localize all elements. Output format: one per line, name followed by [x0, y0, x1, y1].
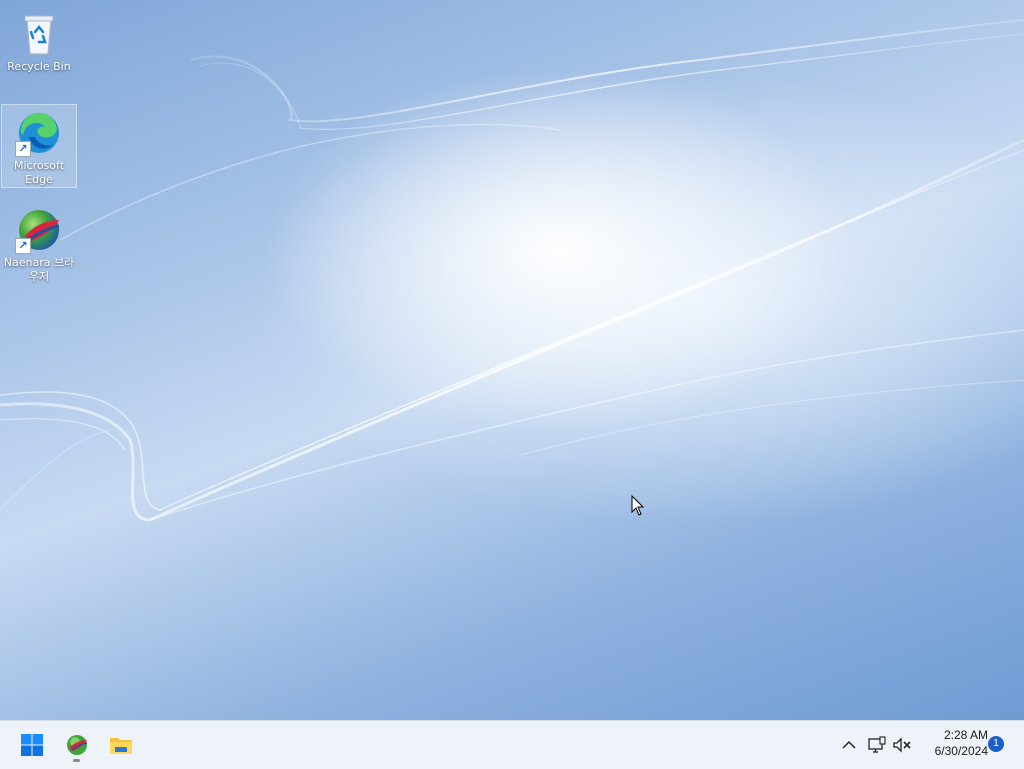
desktop-icon-microsoft-edge[interactable]: ↗ Microsoft Edge [1, 104, 77, 188]
mouse-cursor-icon [631, 495, 645, 516]
network-icon [868, 736, 886, 753]
folder-icon [110, 738, 132, 754]
desktop-icon-label: Recycle Bin [7, 60, 71, 73]
taskbar-app-naenara[interactable] [59, 727, 95, 763]
taskbar: 2:28 AM 6/30/2024 [0, 720, 1024, 769]
network-button[interactable] [866, 733, 888, 757]
clock-date: 6/30/2024 [934, 744, 988, 758]
desktop-icon-naenara[interactable]: ↗ Naenara 브라우저 [2, 202, 76, 284]
volume-button[interactable] [891, 733, 913, 757]
start-button[interactable] [14, 727, 50, 763]
desktop-icon-recycle-bin[interactable]: Recycle Bin [2, 6, 76, 74]
wallpaper [0, 19, 1024, 522]
naenara-icon [67, 735, 88, 755]
notification-badge[interactable]: 1 [988, 736, 1004, 752]
running-indicator [73, 759, 80, 762]
clock-time: 2:28 AM [943, 728, 988, 742]
naenara-icon: ↗ [15, 206, 63, 254]
desktop[interactable]: Recycle Bin ↗ Microsoft Edge ↗ Naenara 브… [0, 0, 1024, 720]
recycle-bin-icon [15, 10, 63, 58]
taskbar-app-file-explorer[interactable] [103, 727, 139, 763]
system-clock[interactable]: 2:28 AM 6/30/2024 [918, 727, 988, 759]
shortcut-arrow-icon: ↗ [15, 141, 31, 157]
desktop-icon-label: Microsoft Edge [13, 159, 65, 186]
desktop-icon-label: Naenara 브라우저 [3, 256, 75, 283]
volume-muted-icon [893, 737, 911, 753]
shortcut-arrow-icon: ↗ [15, 238, 31, 254]
edge-icon: ↗ [15, 109, 63, 157]
tray-overflow-button[interactable] [838, 733, 860, 757]
windows-start-icon [21, 734, 43, 756]
chevron-up-icon [842, 740, 856, 749]
